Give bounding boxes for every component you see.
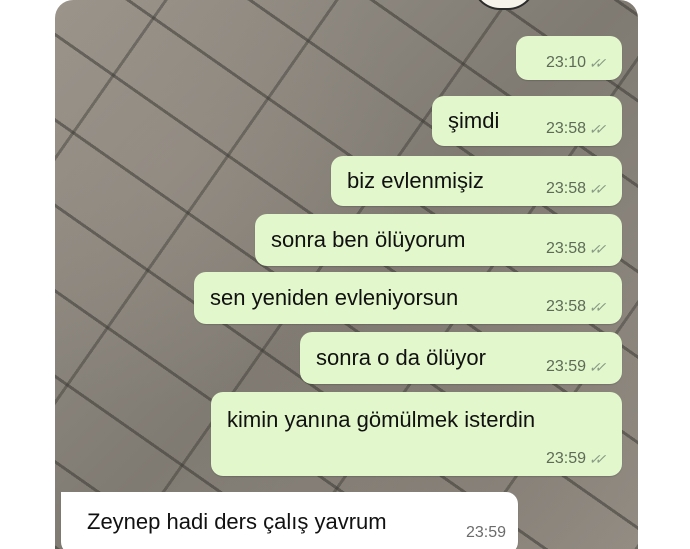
message-time: 23:59 bbox=[545, 450, 586, 467]
chat-screen: 23:10 ✓✓ şimdi 23:58 ✓✓ biz evlenmişiz 2… bbox=[55, 0, 638, 549]
message-time: 23:58 bbox=[545, 120, 586, 137]
double-check-icon: ✓✓ bbox=[587, 121, 604, 137]
scroll-to-bottom-indicator[interactable] bbox=[472, 0, 536, 10]
message-meta: 23:59 ✓✓ bbox=[546, 358, 610, 376]
message-time: 23:58 bbox=[545, 298, 586, 315]
message-bubble[interactable]: kimin yanına gömülmek isterdin 23:59 ✓✓ bbox=[211, 392, 622, 476]
message-time: 23:59 bbox=[465, 524, 506, 541]
message-time: 23:58 bbox=[545, 240, 586, 257]
message-meta: 23:58 ✓✓ bbox=[546, 120, 610, 138]
message-bubble[interactable]: sonra o da ölüyor 23:59 ✓✓ bbox=[300, 332, 622, 384]
message-meta: 23:10 ✓✓ bbox=[546, 54, 610, 72]
message-text: kimin yanına gömülmek isterdin bbox=[227, 407, 536, 432]
incoming-message-bubble[interactable]: Zeynep hadi ders çalış yavrum 23:59 bbox=[61, 492, 518, 549]
message-meta: 23:58 ✓✓ bbox=[546, 180, 610, 198]
message-meta: 23:58 ✓✓ bbox=[546, 240, 610, 258]
message-text: şimdi bbox=[448, 108, 500, 133]
message-time: 23:58 bbox=[545, 180, 586, 197]
message-bubble[interactable]: biz evlenmişiz 23:58 ✓✓ bbox=[331, 156, 622, 206]
double-check-icon: ✓✓ bbox=[587, 55, 604, 71]
message-bubble[interactable]: sonra ben ölüyorum 23:58 ✓✓ bbox=[255, 214, 622, 266]
double-check-icon: ✓✓ bbox=[587, 359, 604, 375]
message-text: sonra ben ölüyorum bbox=[271, 227, 466, 252]
message-time: 23:10 bbox=[545, 54, 586, 71]
message-meta: 23:59 ✓✓ bbox=[546, 450, 610, 468]
message-text: sonra o da ölüyor bbox=[316, 345, 486, 370]
message-text: Zeynep hadi ders çalış yavrum bbox=[87, 509, 387, 534]
double-check-icon: ✓✓ bbox=[587, 451, 604, 467]
double-check-icon: ✓✓ bbox=[587, 181, 604, 197]
message-meta: 23:58 ✓✓ bbox=[546, 298, 610, 316]
message-text: biz evlenmişiz bbox=[347, 168, 484, 193]
message-bubble[interactable]: şimdi 23:58 ✓✓ bbox=[432, 96, 622, 146]
double-check-icon: ✓✓ bbox=[587, 299, 604, 315]
message-bubble[interactable]: 23:10 ✓✓ bbox=[516, 36, 622, 80]
message-meta: 23:59 bbox=[466, 524, 506, 542]
message-time: 23:59 bbox=[545, 358, 586, 375]
message-text: sen yeniden evleniyorsun bbox=[210, 285, 459, 310]
double-check-icon: ✓✓ bbox=[587, 241, 604, 257]
message-bubble[interactable]: sen yeniden evleniyorsun 23:58 ✓✓ bbox=[194, 272, 622, 324]
